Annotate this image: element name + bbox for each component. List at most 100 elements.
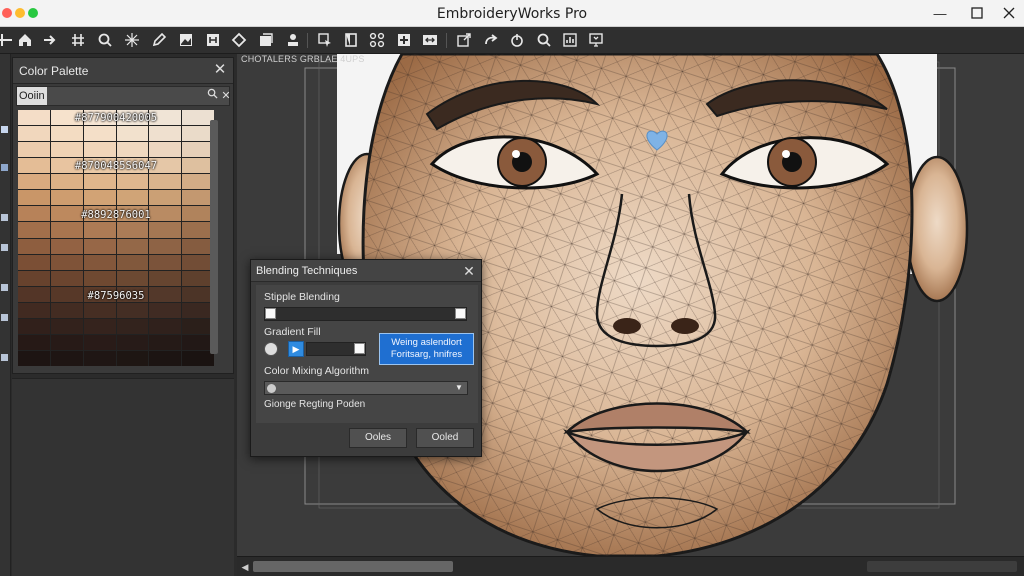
color-swatch[interactable]: [149, 142, 182, 158]
resize-icon[interactable]: [420, 30, 440, 50]
home-icon[interactable]: [15, 30, 35, 50]
color-swatch[interactable]: [18, 126, 50, 142]
color-swatch[interactable]: [18, 350, 50, 366]
radio-icon[interactable]: [264, 342, 278, 356]
scroll-thumb[interactable]: [253, 561, 453, 572]
search-icon[interactable]: [205, 88, 219, 104]
color-swatch[interactable]: [149, 126, 182, 142]
color-swatch[interactable]: [116, 238, 149, 254]
arrow-right-icon[interactable]: [40, 30, 60, 50]
color-swatch[interactable]: [83, 222, 116, 238]
stipple-slider[interactable]: [264, 307, 467, 321]
page-icon[interactable]: [341, 30, 361, 50]
color-swatch[interactable]: [83, 238, 116, 254]
color-swatch[interactable]: [50, 222, 83, 238]
sparkle-icon[interactable]: [122, 30, 142, 50]
color-swatch[interactable]: [18, 302, 50, 318]
minimize-icon[interactable]: —: [925, 3, 955, 23]
color-swatch[interactable]: [182, 350, 214, 366]
color-swatch[interactable]: [149, 174, 182, 190]
color-swatch[interactable]: [50, 270, 83, 286]
color-swatch[interactable]: [83, 174, 116, 190]
color-swatch[interactable]: [18, 142, 50, 158]
close-icon[interactable]: ✕: [461, 262, 477, 280]
power-icon[interactable]: [507, 30, 527, 50]
gradient-option-highlight[interactable]: Weing aslendlort Foritsarg, hnifres: [379, 333, 474, 365]
color-swatch[interactable]: [149, 334, 182, 350]
maximize-icon[interactable]: [962, 3, 992, 23]
scroll-left-icon[interactable]: ◀: [239, 560, 251, 574]
color-swatch[interactable]: [83, 334, 116, 350]
strip-tool[interactable]: [1, 284, 8, 291]
chart-icon[interactable]: [560, 30, 580, 50]
color-swatch[interactable]: [116, 174, 149, 190]
color-swatch[interactable]: [149, 222, 182, 238]
strip-tool[interactable]: [1, 126, 8, 133]
color-swatch[interactable]: [50, 238, 83, 254]
stipple-slider-handle[interactable]: [455, 308, 466, 319]
nodes-icon[interactable]: [367, 30, 387, 50]
color-swatch[interactable]: [18, 318, 50, 334]
color-swatch[interactable]: [18, 254, 50, 270]
color-swatch[interactable]: [50, 254, 83, 270]
color-swatch[interactable]: [149, 270, 182, 286]
image-icon[interactable]: [176, 30, 196, 50]
grid-icon[interactable]: [0, 30, 16, 50]
color-swatch[interactable]: [83, 126, 116, 142]
strip-tool[interactable]: [1, 314, 8, 321]
color-swatch[interactable]: [50, 334, 83, 350]
stipple-slider-start[interactable]: [265, 308, 276, 319]
color-swatch[interactable]: [116, 222, 149, 238]
color-swatch[interactable]: [116, 318, 149, 334]
panel-scrollbar[interactable]: [210, 120, 218, 354]
color-swatch[interactable]: [83, 142, 116, 158]
strip-tool[interactable]: [1, 244, 8, 251]
color-swatch[interactable]: [116, 270, 149, 286]
layers-icon[interactable]: [256, 30, 276, 50]
strip-tool[interactable]: [1, 354, 8, 361]
color-swatch[interactable]: [83, 190, 116, 206]
select-icon[interactable]: [315, 30, 335, 50]
strip-tool[interactable]: [1, 164, 8, 171]
gradient-slider[interactable]: [306, 342, 366, 356]
redo-icon[interactable]: [481, 30, 501, 50]
color-swatch[interactable]: [116, 142, 149, 158]
mixing-select[interactable]: ▼: [264, 381, 468, 395]
color-swatch[interactable]: [18, 334, 50, 350]
color-swatch[interactable]: [116, 190, 149, 206]
color-swatch[interactable]: [149, 254, 182, 270]
color-swatch[interactable]: [149, 238, 182, 254]
color-swatch[interactable]: [18, 174, 50, 190]
color-swatch[interactable]: [116, 302, 149, 318]
color-swatch[interactable]: [149, 350, 182, 366]
frame-icon[interactable]: [203, 30, 223, 50]
ooles-button[interactable]: Ooles: [349, 428, 407, 448]
color-swatch[interactable]: [83, 270, 116, 286]
color-swatch[interactable]: [50, 350, 83, 366]
color-swatch[interactable]: [116, 254, 149, 270]
filter-tab[interactable]: Ooiin: [17, 87, 47, 105]
color-swatch[interactable]: [50, 302, 83, 318]
close-icon[interactable]: ✕: [219, 88, 233, 104]
color-swatch[interactable]: [50, 190, 83, 206]
color-swatch[interactable]: [18, 238, 50, 254]
search-icon[interactable]: [95, 30, 115, 50]
color-swatch[interactable]: [18, 190, 50, 206]
zoom-icon[interactable]: [534, 30, 554, 50]
color-swatch[interactable]: [116, 126, 149, 142]
color-swatch[interactable]: [50, 318, 83, 334]
play-icon[interactable]: ▶: [288, 341, 304, 357]
color-swatch[interactable]: [149, 190, 182, 206]
color-swatch[interactable]: [116, 334, 149, 350]
color-swatch[interactable]: [18, 270, 50, 286]
color-swatch[interactable]: [149, 318, 182, 334]
add-icon[interactable]: [394, 30, 414, 50]
color-swatch[interactable]: [83, 350, 116, 366]
chevron-down-icon[interactable]: ▼: [453, 382, 465, 394]
pen-icon[interactable]: [149, 30, 169, 50]
export-icon[interactable]: [454, 30, 474, 50]
gradient-slider-handle[interactable]: [354, 343, 365, 354]
horizontal-scrollbar[interactable]: ◀: [237, 556, 1024, 576]
close-icon[interactable]: ✕: [211, 61, 229, 79]
color-swatch[interactable]: [50, 126, 83, 142]
